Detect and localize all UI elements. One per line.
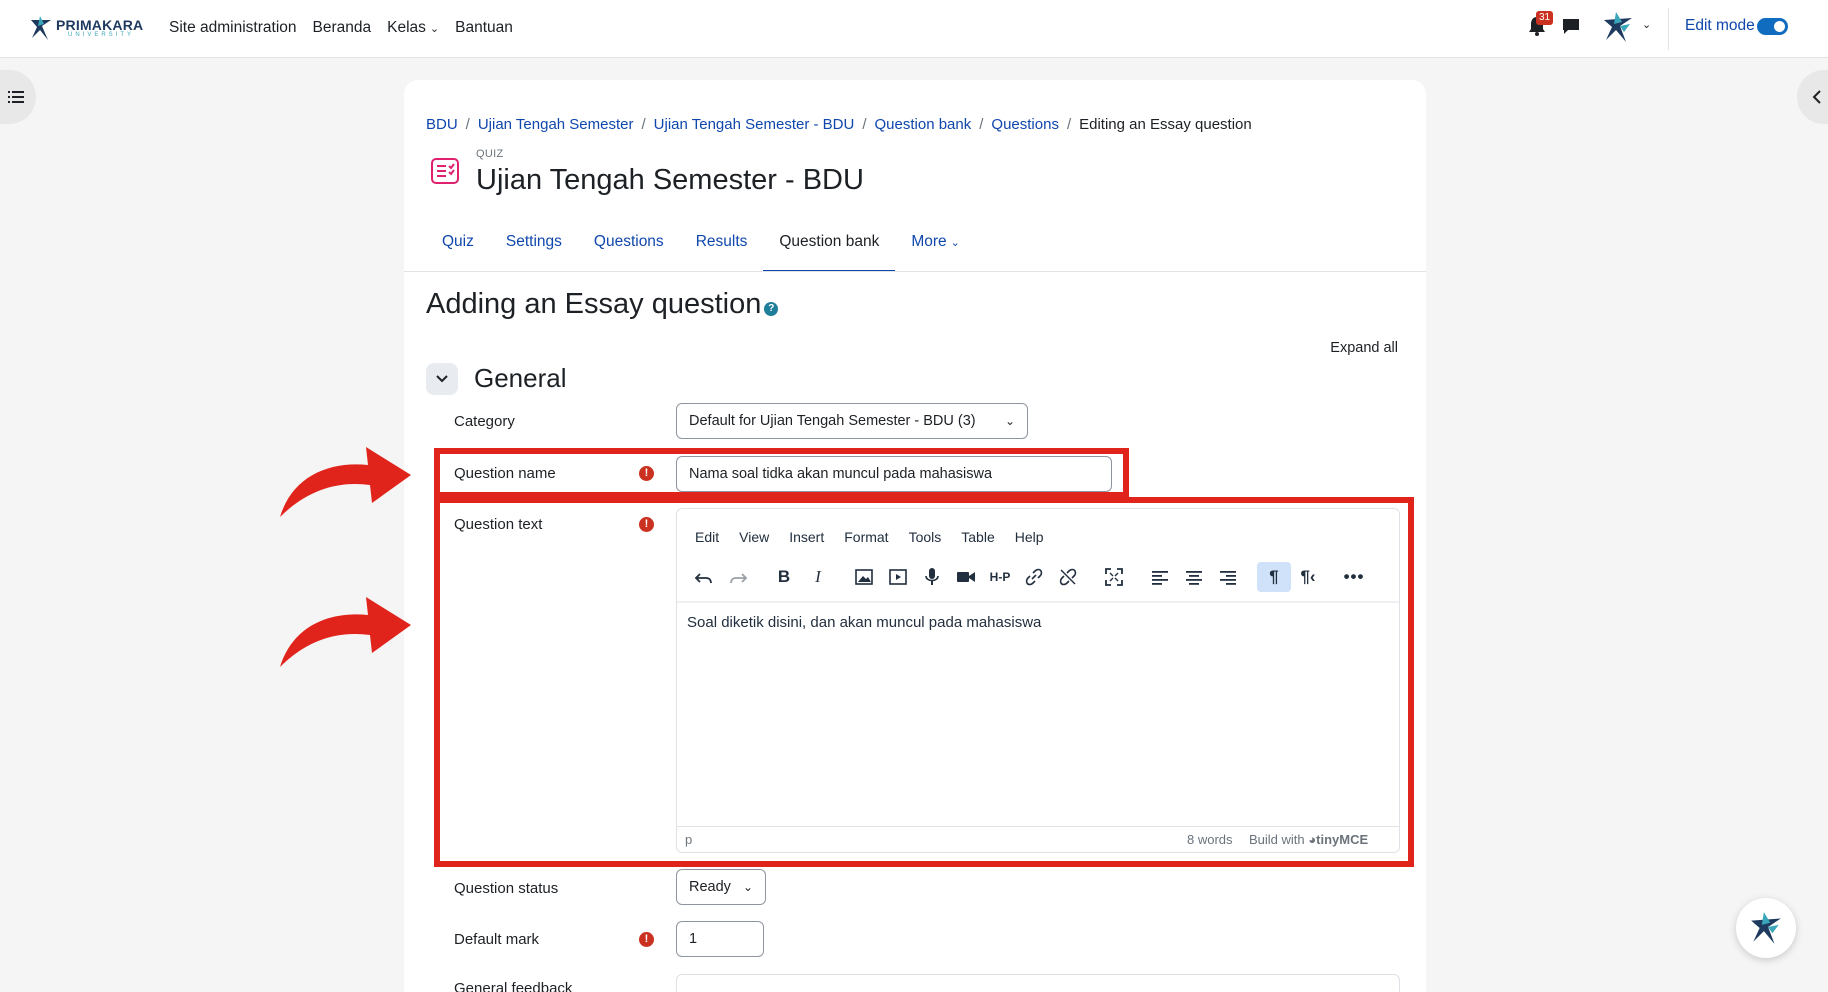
general-feedback-editor[interactable] (676, 974, 1400, 992)
course-index-drawer-button[interactable] (0, 70, 36, 124)
annotation-highlight-question-text (434, 497, 1414, 867)
chevron-down-icon: ⌄ (742, 880, 753, 894)
breadcrumb: BDU / Ujian Tengah Semester / Ujian Tengah S… (426, 116, 1252, 133)
breadcrumb-item[interactable]: BDU (426, 116, 458, 133)
nav-bantuan[interactable]: Bantuan (455, 19, 513, 37)
default-mark-label: Default mark (454, 931, 540, 948)
user-menu-chevron-icon[interactable]: ⌄ (1642, 18, 1651, 31)
messages-icon[interactable] (1562, 18, 1580, 36)
floating-assistant-button[interactable] (1736, 898, 1796, 958)
form-heading-text: Adding an Essay question (426, 288, 762, 320)
brand-subtitle: UNIVERSITY (68, 32, 135, 38)
nav-beranda[interactable]: Beranda (313, 19, 372, 37)
user-avatar[interactable] (1600, 10, 1636, 44)
question-status-select[interactable]: Ready ⌄ (676, 869, 766, 905)
edit-mode-toggle[interactable] (1757, 18, 1788, 35)
nav-kelas[interactable]: Kelas ⌄ (387, 19, 439, 37)
default-mark-input[interactable]: 1 (676, 921, 764, 957)
nav-kelas-label: Kelas (387, 19, 426, 36)
breadcrumb-item[interactable]: Questions (991, 116, 1059, 133)
tab-question-bank[interactable]: Question bank (763, 222, 896, 272)
notification-count-badge: 31 (1536, 11, 1554, 25)
nav-site-administration[interactable]: Site administration (169, 19, 297, 37)
breadcrumb-current: Editing an Essay question (1079, 116, 1252, 133)
chevron-down-icon: ⌄ (950, 237, 960, 249)
block-drawer-button[interactable] (1797, 70, 1828, 124)
site-logo[interactable]: PRIMAKARA UNIVERSITY (28, 14, 143, 42)
list-icon (8, 91, 24, 103)
tabs-divider (404, 271, 1426, 272)
form-heading: Adding an Essay question ? (426, 288, 779, 321)
brand-name: PRIMAKARA (56, 17, 144, 33)
question-status-label: Question status (454, 880, 559, 897)
chevron-down-icon: ⌄ (429, 23, 440, 35)
annotation-arrow-icon (280, 447, 411, 517)
navbar-divider (1668, 8, 1669, 50)
tab-quiz[interactable]: Quiz (426, 222, 490, 272)
category-label: Category (454, 413, 515, 430)
breadcrumb-item[interactable]: Ujian Tengah Semester (478, 116, 634, 133)
module-type-label: QUIZ (476, 148, 504, 160)
default-mark-value: 1 (689, 931, 698, 947)
collapse-general-button[interactable] (426, 363, 458, 395)
edit-mode-label: Edit mode (1685, 17, 1755, 34)
required-icon: ! (639, 932, 654, 947)
primakara-logo-icon (1751, 912, 1781, 944)
chevron-left-icon (1812, 90, 1821, 104)
category-select[interactable]: Default for Ujian Tengah Semester - BDU … (676, 403, 1028, 439)
breadcrumb-item[interactable]: Ujian Tengah Semester - BDU (654, 116, 855, 133)
expand-all-link[interactable]: Expand all (1330, 340, 1398, 356)
page-title: Ujian Tengah Semester - BDU (476, 164, 864, 196)
chevron-down-icon: ⌄ (1004, 414, 1015, 428)
help-icon[interactable]: ? (764, 301, 779, 316)
annotation-arrow-icon (280, 597, 411, 667)
section-title-general: General (474, 363, 567, 393)
secondary-navigation: Quiz Settings Questions Results Question… (426, 222, 976, 272)
tab-more-label: More (911, 233, 947, 250)
tab-results[interactable]: Results (680, 222, 764, 272)
top-navbar: PRIMAKARA UNIVERSITY Site administration… (0, 0, 1828, 58)
tab-more[interactable]: More ⌄ (895, 222, 976, 272)
tab-questions[interactable]: Questions (578, 222, 680, 272)
general-feedback-label: General feedback (454, 980, 573, 992)
question-status-value: Ready (689, 879, 731, 895)
chevron-down-icon (436, 375, 448, 383)
category-selected-value: Default for Ujian Tengah Semester - BDU … (689, 413, 976, 429)
annotation-highlight-question-name (434, 448, 1129, 498)
tab-settings[interactable]: Settings (490, 222, 578, 272)
quiz-icon (431, 158, 459, 184)
breadcrumb-item[interactable]: Question bank (875, 116, 972, 133)
primakara-logo-icon (31, 16, 51, 40)
